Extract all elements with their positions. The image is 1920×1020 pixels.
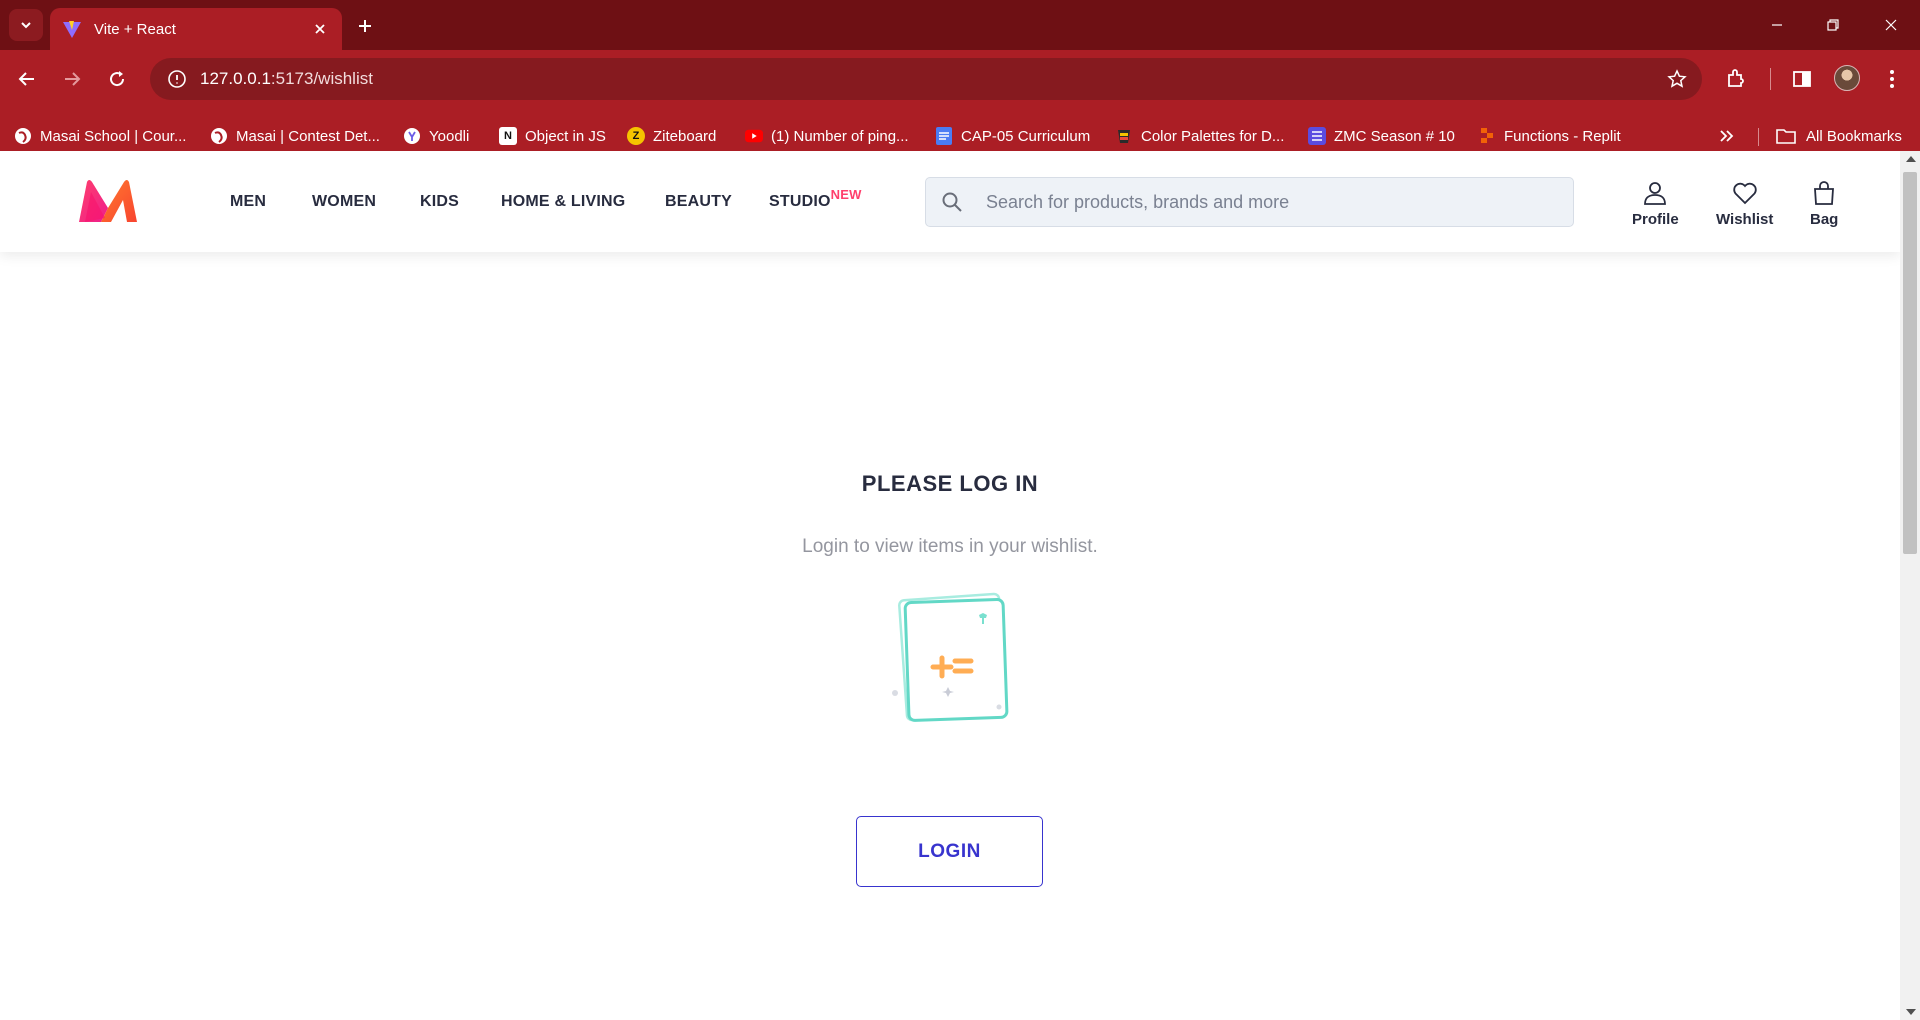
plus-icon — [359, 20, 371, 32]
arrow-left-icon — [18, 72, 34, 86]
star-icon[interactable] — [1664, 66, 1690, 92]
wishlist-label: Wishlist — [1716, 211, 1774, 228]
scroll-down-arrow[interactable] — [1906, 1009, 1916, 1015]
nav-kids[interactable]: KIDS — [420, 193, 459, 211]
bookmark-item[interactable]: N Object in JS — [499, 124, 606, 148]
bag-icon — [1810, 179, 1838, 207]
vite-icon — [62, 19, 82, 39]
new-badge: NEW — [830, 187, 862, 202]
bookmark-item[interactable]: ZMC Season # 10 — [1308, 124, 1455, 148]
site-info-icon[interactable] — [164, 66, 190, 92]
address-bar[interactable]: 127.0.0.1:5173/wishlist — [150, 58, 1702, 100]
close-icon — [1885, 19, 1897, 31]
more-bookmarks-button[interactable] — [1714, 124, 1740, 148]
replit-icon — [1478, 127, 1496, 145]
user-icon — [1641, 179, 1669, 207]
bookmark-item[interactable]: Z Ziteboard — [627, 124, 716, 148]
youtube-icon — [745, 127, 763, 145]
login-button[interactable]: LOGIN — [856, 816, 1043, 887]
url-host: 127.0.0.1 — [200, 69, 271, 88]
myntra-logo[interactable] — [77, 178, 139, 224]
notion-icon: N — [499, 127, 517, 145]
restore-button[interactable] — [1818, 10, 1848, 40]
login-prompt-subtitle: Login to view items in your wishlist. — [802, 536, 1098, 557]
profile-button[interactable]: Profile — [1632, 179, 1679, 228]
ziteboard-icon: Z — [627, 127, 645, 145]
site-header: MEN WOMEN KIDS HOME & LIVING BEAUTY STUD… — [0, 151, 1900, 252]
wishlist-button[interactable]: Wishlist — [1716, 179, 1773, 228]
wishlist-empty-state: PLEASE LOG IN Login to view items in you… — [0, 252, 1900, 1020]
page-scrollbar[interactable] — [1900, 151, 1920, 1020]
heart-icon — [1731, 179, 1759, 207]
globe-icon — [210, 127, 228, 145]
nav-home-living[interactable]: HOME & LIVING — [501, 193, 625, 211]
minimize-button[interactable] — [1762, 10, 1792, 40]
kebab-menu-icon[interactable] — [1876, 63, 1908, 95]
chevron-double-right-icon — [1720, 130, 1734, 142]
forward-button[interactable] — [55, 62, 89, 96]
reload-icon — [110, 71, 125, 87]
bag-label: Bag — [1810, 211, 1839, 228]
search-bar — [925, 177, 1574, 227]
side-panel-icon[interactable] — [1786, 63, 1818, 95]
scroll-up-arrow[interactable] — [1906, 156, 1916, 162]
bookmark-item[interactable]: (1) Number of ping... — [745, 124, 909, 148]
search-input[interactable] — [978, 182, 1573, 222]
nav-studio[interactable]: STUDIO NEW — [769, 187, 861, 211]
docs-icon — [935, 127, 953, 145]
url-path: :5173/wishlist — [270, 69, 373, 88]
profile-avatar[interactable] — [1834, 65, 1860, 91]
bookmark-item[interactable]: Functions - Replit — [1478, 124, 1621, 148]
bookmark-item[interactable]: Masai School | Cour... — [14, 124, 186, 148]
toolbar-divider — [1770, 68, 1771, 90]
close-window-button[interactable] — [1876, 10, 1906, 40]
minimize-icon — [1772, 24, 1782, 26]
globe-icon — [14, 127, 32, 145]
page-viewport: MEN WOMEN KIDS HOME & LIVING BEAUTY STUD… — [0, 151, 1920, 1020]
scroll-thumb[interactable] — [1903, 172, 1917, 554]
tab-search-button[interactable] — [9, 9, 43, 41]
browser-toolbar: 127.0.0.1:5173/wishlist Masai School | C… — [0, 50, 1920, 158]
nav-women[interactable]: WOMEN — [312, 193, 376, 211]
nav-men[interactable]: MEN — [230, 193, 266, 211]
extensions-icon[interactable] — [1720, 63, 1752, 95]
bookmarks-divider — [1758, 128, 1759, 146]
bookmark-item[interactable]: Color Palettes for D... — [1115, 124, 1284, 148]
back-button[interactable] — [10, 62, 44, 96]
tab-title: Vite + React — [94, 20, 176, 38]
restore-icon — [1827, 19, 1839, 31]
bookmarks-bar: Masai School | Cour... Masai | Contest D… — [0, 114, 1920, 156]
reload-button[interactable] — [100, 62, 134, 96]
bookmark-item[interactable]: Yoodli — [403, 124, 469, 148]
url-text[interactable]: 127.0.0.1:5173/wishlist — [200, 69, 373, 89]
tab-close-icon[interactable] — [310, 19, 330, 39]
login-prompt-title: PLEASE LOG IN — [861, 471, 1039, 496]
nav-studio-label: STUDIO — [769, 193, 831, 210]
yoodli-icon — [403, 127, 421, 145]
list-icon — [1308, 127, 1326, 145]
nav-beauty[interactable]: BEAUTY — [665, 193, 732, 211]
wishlist-illustration — [885, 587, 1015, 727]
bookmark-item[interactable]: Masai | Contest Det... — [210, 124, 380, 148]
arrow-right-icon — [65, 72, 81, 86]
folder-icon — [1776, 127, 1796, 145]
new-tab-button[interactable] — [350, 11, 380, 41]
profile-label: Profile — [1632, 211, 1679, 228]
palette-icon — [1115, 127, 1133, 145]
browser-tab[interactable]: Vite + React — [50, 8, 342, 50]
bookmark-item[interactable]: CAP-05 Curriculum — [935, 124, 1090, 148]
all-bookmarks-button[interactable]: All Bookmarks — [1776, 124, 1902, 148]
bag-button[interactable]: Bag — [1810, 179, 1838, 228]
browser-tab-strip: Vite + React — [0, 0, 1920, 50]
chevron-down-icon — [21, 22, 31, 29]
search-icon[interactable] — [926, 177, 978, 227]
